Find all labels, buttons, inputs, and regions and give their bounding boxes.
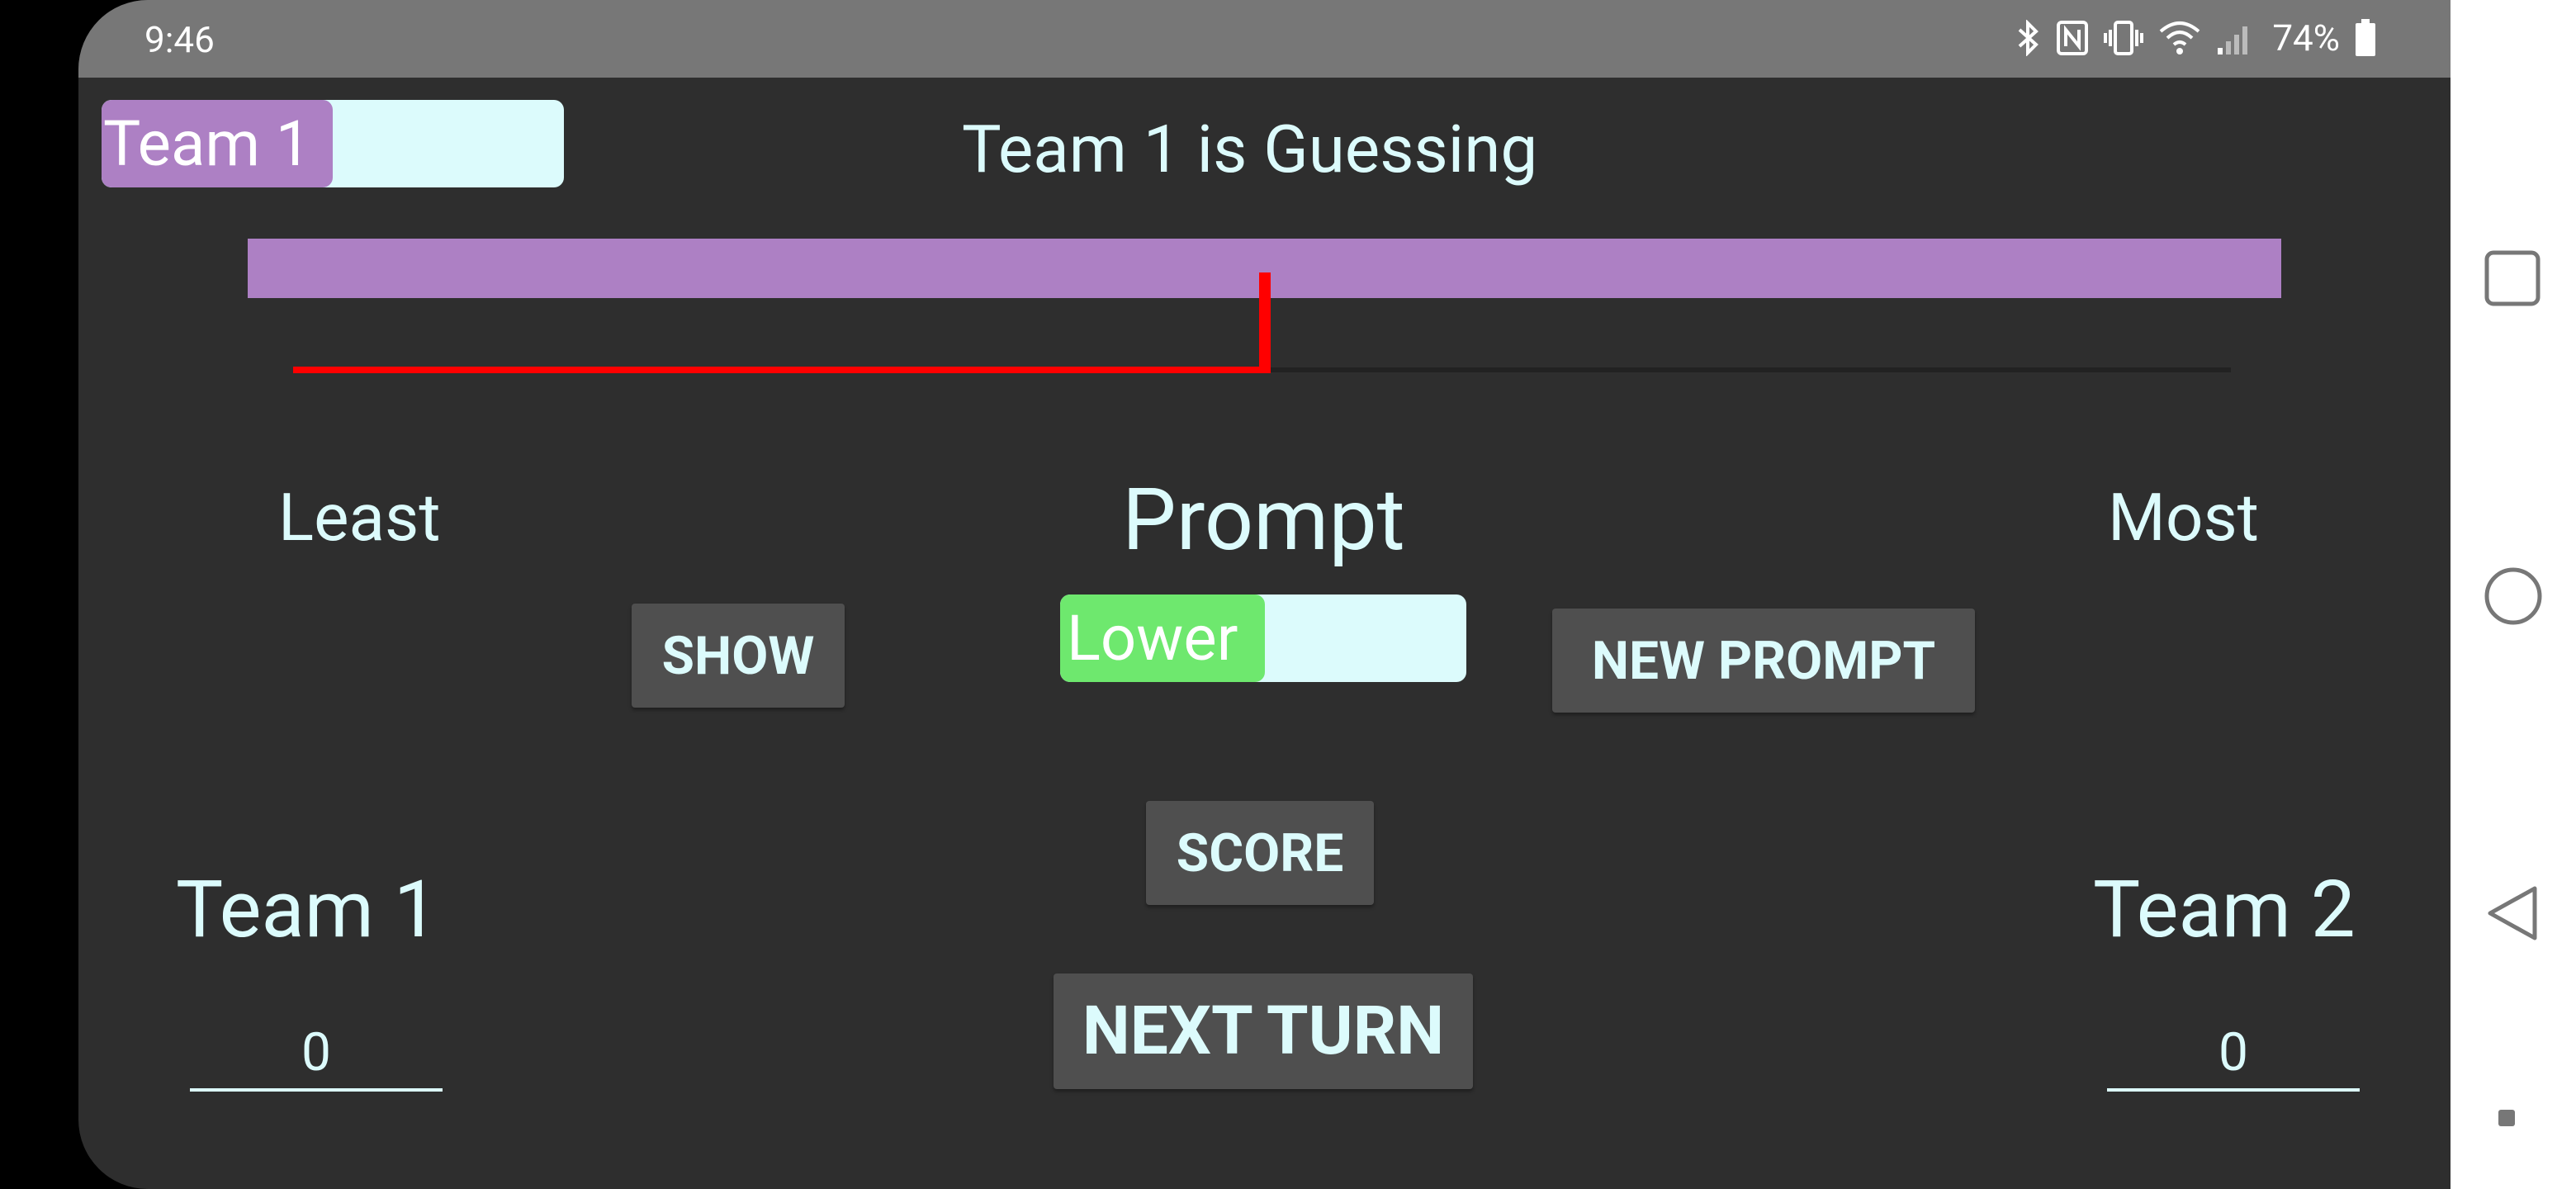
status-icons: 74% (2016, 13, 2376, 63)
dial-slider-fill (293, 367, 1261, 373)
guessing-status: Team 1 is Guessing (962, 111, 1538, 188)
app-screen: 9:46 74% Team 1 Team 1 is Guessing Least… (78, 0, 2451, 1189)
wifi-icon (2158, 20, 2201, 56)
assist-dot-icon[interactable] (2497, 1108, 2517, 1131)
navigation-bar (2451, 0, 2576, 1189)
team2-name: Team 2 (2093, 864, 2356, 956)
most-label: Most (2108, 479, 2259, 557)
next-turn-button[interactable]: NEXT TURN (1054, 973, 1473, 1089)
home-icon[interactable] (2484, 566, 2543, 629)
prompt-toggle[interactable]: Lower (1060, 594, 1466, 682)
score-button[interactable]: SCORE (1146, 801, 1374, 905)
status-bar: 9:46 74% (78, 0, 2451, 78)
team-toggle-label: Team 1 (103, 107, 311, 181)
team-toggle[interactable]: Team 1 (102, 100, 564, 187)
status-time: 9:46 (144, 18, 215, 61)
vibrate-icon (2104, 20, 2144, 56)
nfc-icon (2056, 20, 2089, 56)
new-prompt-button[interactable]: NEW PROMPT (1552, 609, 1975, 713)
team1-score-field[interactable]: 0 (190, 1017, 443, 1092)
dial-slider-handle[interactable] (1259, 272, 1271, 373)
battery-icon (2355, 19, 2376, 57)
least-label: Least (278, 479, 441, 557)
bluetooth-icon (2016, 20, 2041, 56)
battery-percent: 74% (2272, 17, 2340, 59)
prompt-title: Prompt (1122, 471, 1405, 571)
team1-name: Team 1 (176, 864, 438, 956)
team2-score-field[interactable]: 0 (2107, 1017, 2360, 1092)
show-button[interactable]: SHOW (632, 604, 845, 708)
back-icon[interactable] (2484, 883, 2541, 946)
signal-icon (2216, 20, 2254, 56)
recent-apps-icon[interactable] (2484, 249, 2541, 310)
prompt-toggle-label: Lower (1067, 601, 1238, 675)
